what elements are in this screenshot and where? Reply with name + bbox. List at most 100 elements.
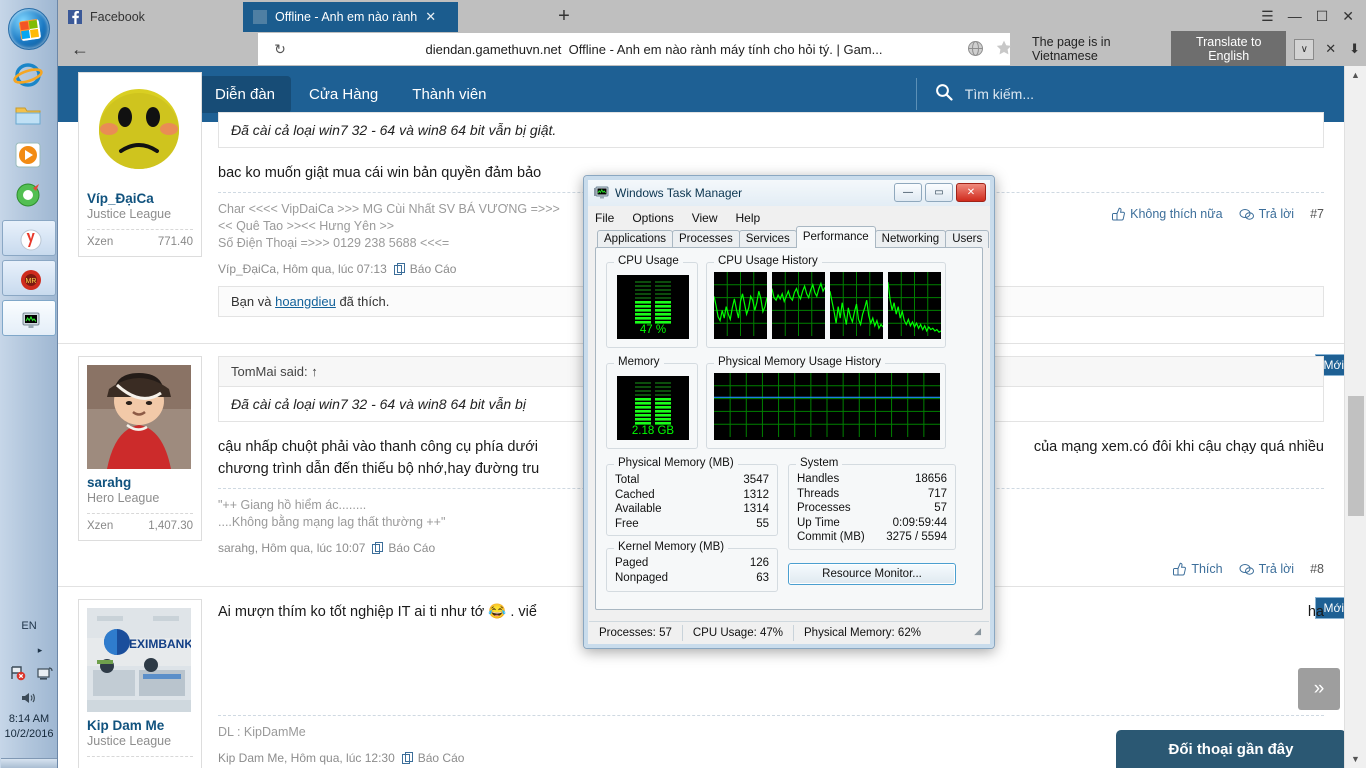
tray-clock-date[interactable]: 10/2/2016 <box>0 727 58 742</box>
reply-button[interactable]: Trả lời <box>1239 562 1295 576</box>
unlike-label: Không thích nữa <box>1130 207 1222 221</box>
media-player-icon[interactable] <box>13 140 43 170</box>
post-number[interactable]: #8 <box>1310 562 1324 576</box>
kernel-memory-value: 63 <box>756 571 769 586</box>
physical-memory-row: Cached1312 <box>615 488 769 503</box>
translate-page-icon[interactable] <box>963 36 987 60</box>
translate-options-dropdown[interactable]: ∨ <box>1294 39 1314 60</box>
recent-conversations-bar[interactable]: Đối thoại gần đây <box>1116 730 1346 768</box>
post-message-line-1: cậu nhấp chuột phải vào thanh công cụ ph… <box>218 439 538 455</box>
tab-applications[interactable]: Applications <box>597 230 673 248</box>
like-button[interactable]: Thích <box>1172 562 1222 576</box>
folder-explorer-icon[interactable] <box>13 100 43 130</box>
report-link[interactable]: Báo Cáo <box>402 751 465 765</box>
signature-text: "++ Giang hồ hiểm ác........ ....Không b… <box>218 498 445 529</box>
post-number[interactable]: #7 <box>1310 207 1324 221</box>
menu-item-help[interactable]: Help <box>736 211 761 225</box>
internet-explorer-icon[interactable] <box>13 60 43 90</box>
avatar[interactable]: EXIMBANK <box>87 608 191 712</box>
avatar[interactable] <box>87 81 191 185</box>
user-name[interactable]: sarahg <box>87 475 193 490</box>
system-label: Commit (MB) <box>797 530 865 545</box>
close-window-button[interactable]: ✕ <box>1342 9 1354 23</box>
translate-to-english-button[interactable]: Translate to English <box>1171 31 1287 67</box>
downloads-icon[interactable]: ⬇ <box>1347 41 1366 57</box>
network-error-icon[interactable] <box>10 665 28 686</box>
url-page-title: Offline - Anh em nào rành máy tính cho h… <box>569 42 883 57</box>
user-name[interactable]: Víp_ĐạiCa <box>87 191 193 206</box>
svg-text:EXIMBANK: EXIMBANK <box>129 637 191 651</box>
menu-item-file[interactable]: File <box>595 211 614 225</box>
physical-memory-label: Total <box>615 473 639 488</box>
status-memory: Physical Memory: 62% <box>793 625 931 641</box>
browser-tab-facebook[interactable]: Facebook <box>58 2 243 32</box>
browser-tabstrip: Facebook Offline - Anh em nào rành ✕ + ☰… <box>58 0 1366 32</box>
tab-processes[interactable]: Processes <box>672 230 740 248</box>
post-user-column: EXIMBANK <box>78 599 202 768</box>
unlike-button[interactable]: Không thích nữa <box>1111 207 1222 221</box>
user-stat-value: 771.40 <box>158 236 193 248</box>
physical-memory-label: Available <box>615 502 661 517</box>
system-label: Handles <box>797 472 839 487</box>
back-button[interactable]: ← <box>58 39 102 60</box>
report-link[interactable]: Báo Cáo <box>372 541 435 555</box>
cpu-history-group: CPU Usage History <box>706 262 946 348</box>
chevron-up-icon: » <box>1314 678 1325 700</box>
signature-text: Char <<<< VipDaiCa >>> MG Cùi Nhất SV BÁ… <box>218 202 560 250</box>
close-tab-icon[interactable]: ✕ <box>425 9 436 25</box>
new-tab-button[interactable]: + <box>553 6 575 28</box>
kernel-memory-rows: Paged126Nonpaged63 <box>615 556 769 585</box>
browser-menu-icon[interactable]: ☰ <box>1261 9 1274 23</box>
menu-item-view[interactable]: View <box>692 211 718 225</box>
task-manager-icon <box>594 186 609 200</box>
action-center-icon[interactable] <box>36 665 54 686</box>
close-button[interactable]: ✕ <box>956 183 986 202</box>
address-bar[interactable]: ↻ diendan.gamethuvn.net Offline - Anh em… <box>258 33 1010 65</box>
cpu-usage-group: CPU Usage <box>606 262 698 348</box>
tray-expand-icon[interactable]: ▸ <box>0 645 58 656</box>
tab-users[interactable]: Users <box>945 230 989 248</box>
tab-networking[interactable]: Networking <box>875 230 947 248</box>
scrollbar-down-arrow[interactable]: ▼ <box>1345 750 1366 768</box>
task-manager-titlebar[interactable]: Windows Task Manager — ▭ ✕ <box>588 180 990 206</box>
like-user-link[interactable]: hoangdieu <box>275 294 336 309</box>
resize-grip-icon[interactable]: ◢ <box>974 626 981 637</box>
reload-icon[interactable]: ↻ <box>258 41 302 58</box>
tab-services[interactable]: Services <box>739 230 797 248</box>
taskbar-item-yandex[interactable] <box>2 220 56 256</box>
windows-taskbar[interactable]: MR EN ▸ 8:14 AM 10/2/2016 <box>0 0 58 768</box>
maximize-button[interactable]: ▭ <box>925 183 953 202</box>
page-scrollbar[interactable]: ▲ ▼ <box>1344 66 1366 768</box>
scrollbar-up-arrow[interactable]: ▲ <box>1345 66 1366 84</box>
task-manager-window[interactable]: Windows Task Manager — ▭ ✕ File Options Vi… <box>583 175 995 649</box>
user-name[interactable]: Kip Dam Me <box>87 718 193 733</box>
reply-label: Trả lời <box>1259 562 1295 576</box>
taskbar-item-task-manager[interactable] <box>2 300 56 336</box>
user-stat-label: Xzen <box>87 236 113 248</box>
physical-memory-value: 1314 <box>743 502 769 517</box>
scrollbar-thumb[interactable] <box>1348 396 1364 516</box>
reply-button[interactable]: Trả lời <box>1239 207 1295 221</box>
tab-performance[interactable]: Performance <box>796 226 876 248</box>
browser-tab-forum[interactable]: Offline - Anh em nào rành ✕ <box>243 2 458 32</box>
tray-clock-time[interactable]: 8:14 AM <box>0 712 58 727</box>
bookmark-star-icon[interactable] <box>992 36 1016 60</box>
cpu-usage-gauge: 47 % <box>617 275 689 339</box>
menu-item-options[interactable]: Options <box>632 211 673 225</box>
dismiss-translate-icon[interactable]: ✕ <box>1322 41 1339 57</box>
maximize-button[interactable]: ☐ <box>1316 9 1329 23</box>
taskbar-item-game[interactable]: MR <box>2 260 56 296</box>
minimize-button[interactable]: — <box>894 183 922 202</box>
start-button[interactable] <box>8 8 50 50</box>
avatar[interactable] <box>87 365 191 469</box>
volume-icon[interactable] <box>20 690 38 711</box>
tray-language[interactable]: EN <box>0 620 58 632</box>
report-link[interactable]: Báo Cáo <box>394 262 457 276</box>
kernel-memory-legend: Kernel Memory (MB) <box>614 541 728 553</box>
scroll-to-top-button[interactable]: » <box>1298 668 1340 710</box>
antivirus-icon[interactable] <box>13 180 43 210</box>
minimize-button[interactable]: — <box>1288 9 1302 23</box>
resource-monitor-button[interactable]: Resource Monitor... <box>788 563 956 585</box>
memory-value: 2.18 GB <box>617 425 689 437</box>
show-desktop-button[interactable] <box>1 758 57 768</box>
